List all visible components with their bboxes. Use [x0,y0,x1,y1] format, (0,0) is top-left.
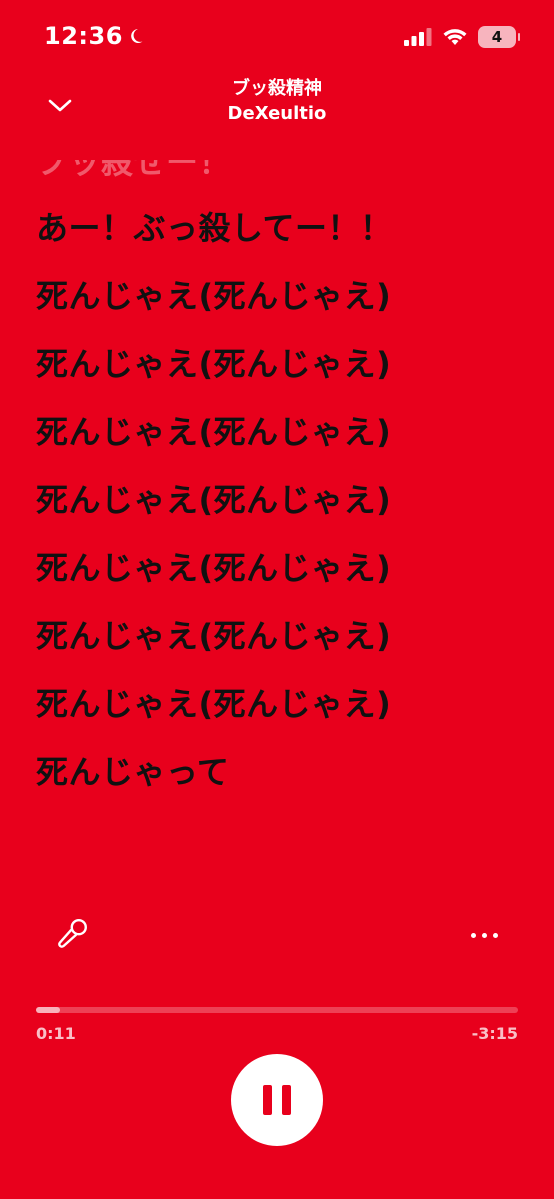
microphone-icon [58,919,87,948]
time-elapsed: 0:11 [36,1024,76,1043]
more-dots-icon [470,932,476,938]
wifi-icon [443,29,467,45]
cellular-signal-icon [404,28,432,46]
lyric-line[interactable]: 死んじゃえ(死んじゃえ) [36,330,534,398]
lyric-line-previous[interactable]: ブッ殺せー！ [36,160,534,194]
microphone-button[interactable] [50,914,92,956]
status-indicators: 4 [404,26,520,48]
lyrics-view[interactable]: ブッ殺せー！ あー！ぶっ殺してー！！ 死んじゃえ(死んじゃえ) 死んじゃえ(死ん… [36,160,534,820]
lyric-line[interactable]: 死んじゃえ(死んじゃえ) [36,670,534,738]
pause-icon [263,1085,272,1115]
lyric-line[interactable]: 死んじゃって [36,738,534,806]
moon-icon [131,29,143,43]
progress-fill [36,1007,61,1013]
status-bar: 12:36 4 [0,0,554,70]
lyric-line[interactable]: 死んじゃえ(死んじゃえ) [36,262,534,330]
time-remaining: -3:15 [471,1024,518,1043]
song-title[interactable]: ブッ殺精神 [0,76,554,102]
pause-button[interactable] [231,1054,323,1146]
status-time: 12:36 [44,22,149,50]
lyric-line[interactable]: 死んじゃえ(死んじゃえ) [36,534,534,602]
now-playing-header: ブッ殺精神 DeXeultio [0,76,554,130]
lyric-line[interactable]: 死んじゃえ(死んじゃえ) [36,398,534,466]
lyric-line[interactable]: 死んじゃえ(死んじゃえ) [36,466,534,534]
battery-indicator: 4 [478,26,520,48]
chevron-down-icon [48,99,72,112]
status-time-text: 12:36 [44,22,123,50]
track-info: ブッ殺精神 DeXeultio [0,76,554,126]
more-options-button[interactable] [464,920,504,950]
lyric-line[interactable]: 死んじゃえ(死んじゃえ) [36,602,534,670]
progress-bar[interactable] [36,1007,518,1013]
battery-level: 4 [491,28,503,46]
artist-name[interactable]: DeXeultio [0,102,554,126]
lyric-line[interactable]: あー！ぶっ殺してー！！ [36,194,534,262]
collapse-button[interactable] [40,86,80,126]
